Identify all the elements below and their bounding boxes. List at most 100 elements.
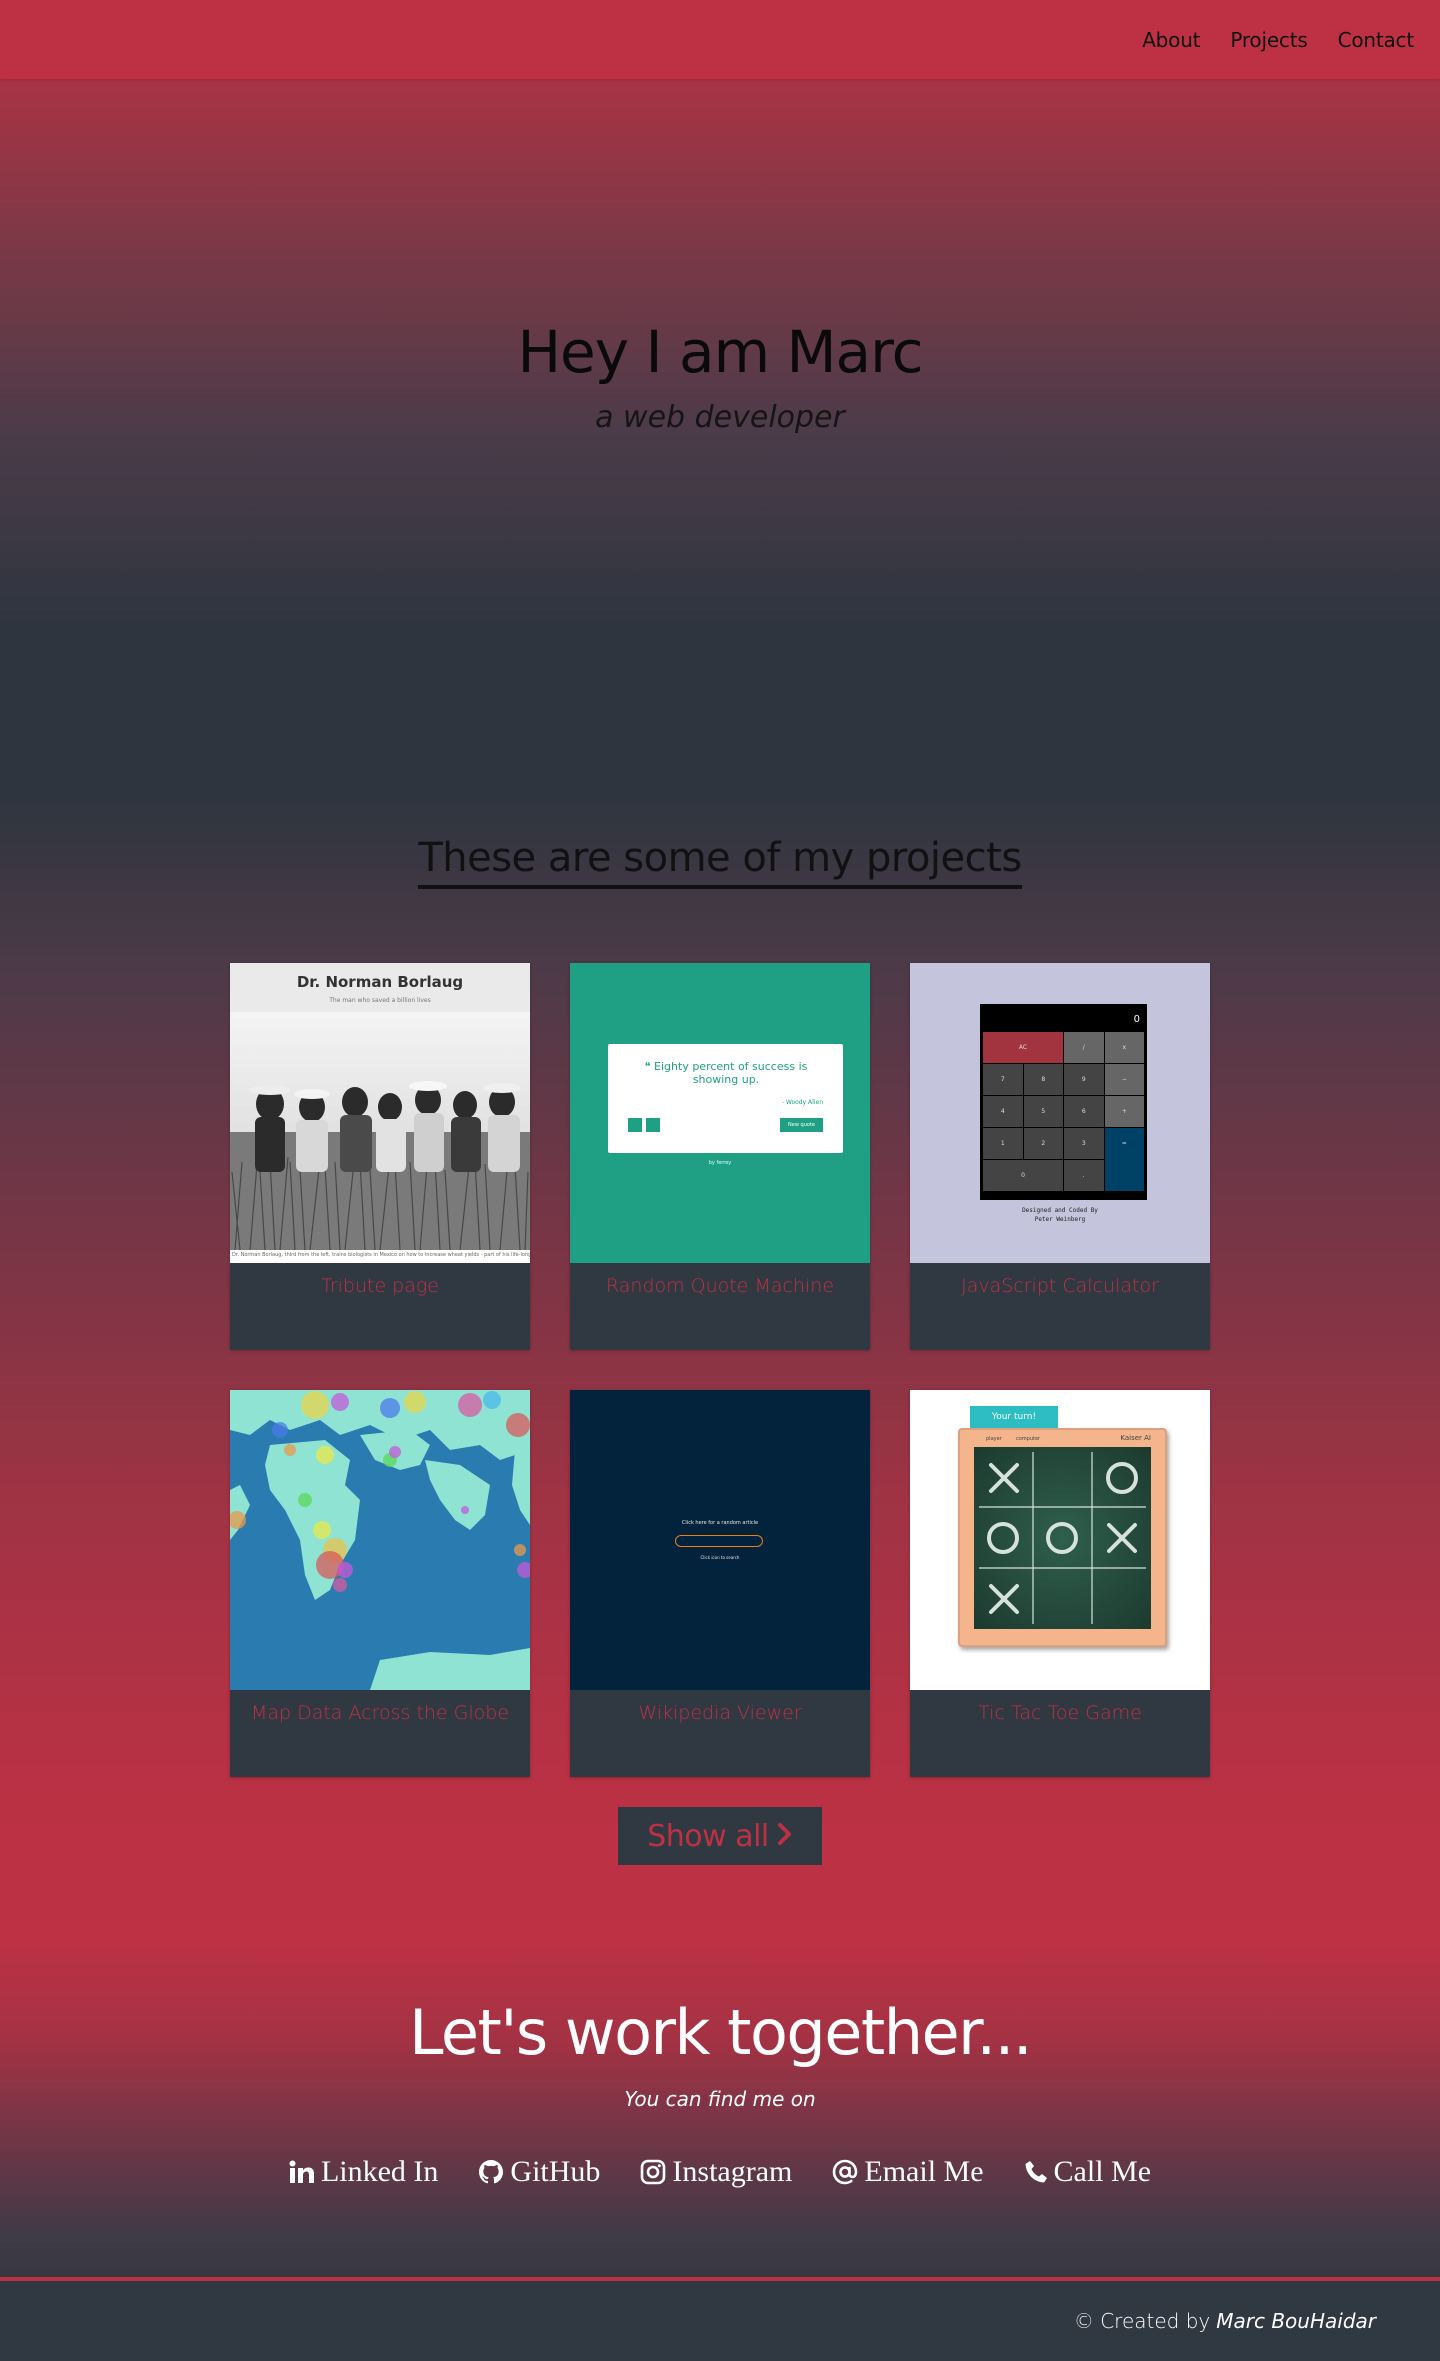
footer-author-name: Marc BouHaidar xyxy=(1216,2309,1376,2333)
calc-key: 2 xyxy=(1023,1128,1063,1159)
map-illustration xyxy=(230,1390,530,1690)
email-link[interactable]: Email Me xyxy=(832,2155,984,2189)
ttt-scoreboard: player computer Kaiser AI xyxy=(960,1432,1165,1444)
project-title: Map Data Across the Globe xyxy=(250,1702,510,1724)
quote-text: ❝ Eighty percent of success is showing u… xyxy=(626,1060,826,1086)
chevron-right-icon xyxy=(777,1819,793,1854)
project-card-quote-machine[interactable]: ❝ Eighty percent of success is showing u… xyxy=(570,963,870,1350)
phone-link[interactable]: Call Me xyxy=(1024,2155,1152,2189)
quote-box: ❝ Eighty percent of success is showing u… xyxy=(608,1044,843,1153)
linkedin-icon xyxy=(289,2160,314,2183)
wiki-random-link: Click here for a random article xyxy=(681,1520,759,1526)
credit-line: Peter Weinberg xyxy=(1034,1216,1086,1223)
hero-subtitle: a web developer xyxy=(595,400,845,435)
calculator-keys: AC / x 7 8 9 − 4 5 6 + 1 2 3 = 0 . xyxy=(983,1032,1144,1191)
phone-icon xyxy=(1025,2161,1047,2183)
quote-byline: by ferrey xyxy=(708,1160,732,1166)
tribute-photo xyxy=(230,1012,530,1250)
calc-key: 9 xyxy=(1064,1064,1104,1095)
calc-key: + xyxy=(1104,1096,1144,1127)
project-card-tic-tac-toe[interactable]: Your turn! player computer Kaiser AI Tic… xyxy=(910,1390,1210,1777)
calc-key: 1 xyxy=(983,1128,1023,1159)
new-quote-button: New quote xyxy=(780,1118,823,1132)
github-label: GitHub xyxy=(510,2155,601,2188)
contact-subtitle: You can find me on xyxy=(624,2087,816,2111)
email-label: Email Me xyxy=(864,2155,984,2188)
project-card-wikipedia[interactable]: Click here for a random article Click ic… xyxy=(570,1390,870,1777)
calculator-body: 0 AC / x 7 8 9 − 4 5 6 + 1 2 3 = 0 . xyxy=(980,1004,1147,1200)
tribute-header: Dr. Norman Borlaug The man who saved a b… xyxy=(230,963,530,1012)
projects-section: These are some of my projects Dr. Norman… xyxy=(0,800,1440,1940)
calc-key: 8 xyxy=(1023,1064,1063,1095)
calculator-credit: Designed and Coded By Peter Weinberg xyxy=(910,1206,1210,1224)
ttt-ai-label: Kaiser AI xyxy=(1120,1434,1151,1442)
calc-key: 4 xyxy=(983,1096,1023,1127)
footer: © Created by Marc BouHaidar xyxy=(0,2277,1440,2361)
project-thumbnail-map xyxy=(230,1390,530,1690)
projects-grid: Dr. Norman Borlaug The man who saved a b… xyxy=(230,963,1210,1777)
project-title: Tic Tac Toe Game xyxy=(978,1702,1142,1724)
linkedin-link[interactable]: Linked In xyxy=(289,2155,438,2189)
calc-key: 5 xyxy=(1023,1096,1063,1127)
instagram-label: Instagram xyxy=(672,2155,793,2188)
nav-link-about[interactable]: About xyxy=(1142,28,1200,52)
project-title: Wikipedia Viewer xyxy=(638,1702,802,1724)
navbar: About Projects Contact xyxy=(0,0,1440,79)
github-link[interactable]: GitHub xyxy=(478,2155,600,2189)
calc-key: − xyxy=(1104,1064,1144,1095)
github-icon xyxy=(479,2160,504,2184)
at-sign-icon xyxy=(833,2159,858,2185)
project-thumbnail-wikipedia: Click here for a random article Click ic… xyxy=(570,1390,870,1690)
tribute-caption: Dr. Norman Borlaug, third from the left,… xyxy=(230,1252,530,1263)
ttt-grid xyxy=(979,1452,1146,1624)
nav-link-projects[interactable]: Projects xyxy=(1230,28,1307,52)
tribute-subtitle: The man who saved a billion lives xyxy=(329,997,431,1004)
nav-link-contact[interactable]: Contact xyxy=(1338,28,1415,52)
contact-section: Let's work together... You can find me o… xyxy=(0,1940,1440,2277)
project-thumbnail-quote-machine: ❝ Eighty percent of success is showing u… xyxy=(570,963,870,1263)
calc-key: 6 xyxy=(1064,1096,1104,1127)
wiki-search-hint: Click icon to search xyxy=(700,1555,740,1560)
instagram-icon xyxy=(641,2159,666,2185)
hero-title: Hey I am Marc xyxy=(517,318,923,386)
ttt-turn-banner: Your turn! xyxy=(970,1406,1058,1428)
project-title: JavaScript Calculator xyxy=(961,1275,1159,1297)
quote-mark-icon: ❝ xyxy=(644,1060,651,1073)
welcome-section: Hey I am Marc a web developer xyxy=(0,0,1440,800)
calc-key: x xyxy=(1104,1032,1144,1063)
footer-credit: © Created by Marc BouHaidar xyxy=(1074,2309,1376,2333)
show-all-button[interactable]: Show all xyxy=(618,1807,822,1865)
project-card-tribute[interactable]: Dr. Norman Borlaug The man who saved a b… xyxy=(230,963,530,1350)
wiki-search-box xyxy=(675,1535,763,1547)
show-all-label: Show all xyxy=(647,1818,769,1854)
phone-label: Call Me xyxy=(1053,2155,1152,2188)
contact-title: Let's work together... xyxy=(408,1996,1033,2069)
project-title: Tribute page xyxy=(321,1275,439,1297)
footer-prefix: © Created by xyxy=(1073,2309,1211,2333)
ttt-board-frame: player computer Kaiser AI xyxy=(958,1428,1167,1647)
tribute-title: Dr. Norman Borlaug xyxy=(296,973,464,991)
contact-links: Linked In GitHub Instagram Email Me Call… xyxy=(289,2155,1151,2189)
projects-header: These are some of my projects xyxy=(418,835,1022,889)
quote-author: - Woody Allen xyxy=(781,1099,823,1106)
calculator-display: 0 xyxy=(1133,1014,1140,1025)
project-card-calculator[interactable]: 0 AC / x 7 8 9 − 4 5 6 + 1 2 3 = 0 . Des… xyxy=(910,963,1210,1350)
project-thumbnail-calculator: 0 AC / x 7 8 9 − 4 5 6 + 1 2 3 = 0 . Des… xyxy=(910,963,1210,1263)
project-thumbnail-tribute: Dr. Norman Borlaug The man who saved a b… xyxy=(230,963,530,1263)
calc-key: AC xyxy=(983,1032,1063,1063)
project-title: Random Quote Machine xyxy=(605,1275,835,1297)
ttt-player-label: player xyxy=(986,1436,1002,1442)
project-card-map[interactable]: Map Data Across the Globe xyxy=(230,1390,530,1777)
credit-line: Designed and Coded By xyxy=(1022,1207,1098,1214)
project-thumbnail-tic-tac-toe: Your turn! player computer Kaiser AI xyxy=(910,1390,1210,1690)
calc-key: 0 xyxy=(983,1160,1063,1191)
calc-key: . xyxy=(1064,1160,1104,1191)
ttt-computer-label: computer xyxy=(1016,1436,1041,1442)
calc-key: 3 xyxy=(1064,1128,1104,1159)
twitter-icon xyxy=(628,1118,642,1132)
ttt-chalkboard xyxy=(974,1447,1151,1629)
calc-key: = xyxy=(1104,1128,1144,1191)
calc-key: / xyxy=(1064,1032,1104,1063)
instagram-link[interactable]: Instagram xyxy=(640,2155,792,2189)
tumblr-icon xyxy=(646,1118,660,1132)
